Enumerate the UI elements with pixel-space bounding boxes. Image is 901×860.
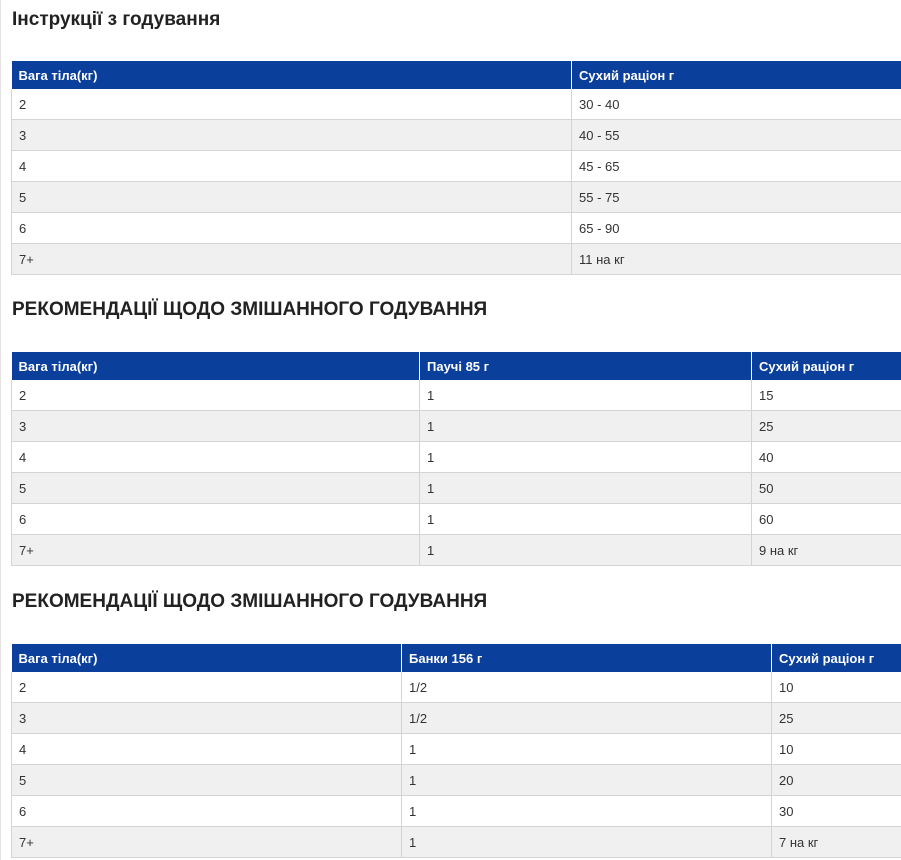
cell-can: 1/2	[401, 672, 772, 703]
cell-dry: 55 - 75	[571, 181, 901, 213]
cell-dry: 40 - 55	[571, 119, 901, 151]
section-title-feeding-instructions: Інструкції з годування	[12, 9, 221, 30]
cell-dry: 45 - 65	[571, 150, 901, 182]
cell-weight: 2	[11, 672, 402, 703]
cell-weight: 2	[11, 380, 420, 411]
cell-weight: 3	[11, 702, 402, 734]
cell-pouch: 1	[419, 380, 752, 411]
table-row: 6 1 30	[11, 795, 901, 827]
cell-pouch: 1	[419, 472, 752, 504]
cell-dry: 20	[771, 764, 901, 796]
cell-dry: 50	[751, 472, 901, 504]
header-dry-food: Сухий раціон г	[751, 352, 901, 380]
table-row: 7+ 1 7 на кг	[11, 826, 901, 858]
table-row: 4 1 40	[11, 441, 901, 473]
table-row: 3 1/2 25	[11, 702, 901, 734]
cell-dry: 25	[751, 410, 901, 442]
cell-can: 1	[401, 826, 772, 858]
feeding-table-can: Вага тіла(кг) Банки 156 г Сухий раціон г…	[11, 644, 901, 858]
cell-weight: 7+	[11, 826, 402, 858]
cell-dry: 30 - 40	[571, 89, 901, 120]
table-row: 4 45 - 65	[11, 150, 901, 182]
table-header-row: Вага тіла(кг) Паучі 85 г Сухий раціон г	[11, 352, 901, 380]
table-row: 2 30 - 40	[11, 89, 901, 120]
table-row: 5 55 - 75	[11, 181, 901, 213]
table-row: 3 40 - 55	[11, 119, 901, 151]
table-row: 3 1 25	[11, 410, 901, 442]
cell-dry: 65 - 90	[571, 212, 901, 244]
cell-dry: 60	[751, 503, 901, 535]
header-can: Банки 156 г	[401, 644, 772, 672]
cell-pouch: 1	[419, 534, 752, 566]
table-row: 6 65 - 90	[11, 212, 901, 244]
cell-weight: 4	[11, 733, 402, 765]
table-row: 7+ 11 на кг	[11, 243, 901, 275]
cell-dry: 10	[771, 672, 901, 703]
feeding-table-pouch: Вага тіла(кг) Паучі 85 г Сухий раціон г …	[11, 352, 901, 566]
cell-pouch: 1	[419, 441, 752, 473]
header-body-weight: Вага тіла(кг)	[11, 352, 420, 380]
table-row: 6 1 60	[11, 503, 901, 535]
cell-can: 1	[401, 764, 772, 796]
cell-can: 1/2	[401, 702, 772, 734]
cell-dry: 7 на кг	[771, 826, 901, 858]
table-row: 2 1 15	[11, 380, 901, 411]
section-title-mixed-feeding-can: РЕКОМЕНДАЦІЇ ЩОДО ЗМІШАННОГО ГОДУВАННЯ	[12, 591, 488, 612]
feeding-table-dry: Вага тіла(кг) Сухий раціон г 2 30 - 40 34…	[11, 61, 901, 275]
cell-weight: 5	[11, 181, 572, 213]
cell-weight: 6	[11, 212, 572, 244]
cell-weight: 4	[11, 441, 420, 473]
table-row: 2 1/2 10	[11, 672, 901, 703]
section-title-mixed-feeding-pouch: РЕКОМЕНДАЦІЇ ЩОДО ЗМІШАННОГО ГОДУВАННЯ	[12, 299, 488, 320]
cell-weight: 5	[11, 764, 402, 796]
cell-weight: 2	[11, 89, 572, 120]
cell-weight: 6	[11, 503, 420, 535]
cell-dry: 25	[771, 702, 901, 734]
cell-weight: 5	[11, 472, 420, 504]
cell-can: 1	[401, 795, 772, 827]
header-dry-food: Сухий раціон г	[571, 61, 901, 89]
cell-weight: 4	[11, 150, 572, 182]
cell-can: 1	[401, 733, 772, 765]
header-dry-food: Сухий раціон г	[771, 644, 901, 672]
cell-dry: 11 на кг	[571, 243, 901, 275]
cell-dry: 10	[771, 733, 901, 765]
table-row: 7+ 1 9 на кг	[11, 534, 901, 566]
cell-dry: 40	[751, 441, 901, 473]
header-pouch: Паучі 85 г	[419, 352, 752, 380]
table-row: 5 1 20	[11, 764, 901, 796]
header-body-weight: Вага тіла(кг)	[11, 61, 572, 89]
cell-pouch: 1	[419, 503, 752, 535]
cell-weight: 6	[11, 795, 402, 827]
table-row: 5 1 50	[11, 472, 901, 504]
table-header-row: Вага тіла(кг) Сухий раціон г	[11, 61, 901, 89]
cell-weight: 3	[11, 410, 420, 442]
page-left-border	[0, 0, 1, 860]
table-header-row: Вага тіла(кг) Банки 156 г Сухий раціон г	[11, 644, 901, 672]
cell-weight: 7+	[11, 534, 420, 566]
cell-dry: 9 на кг	[751, 534, 901, 566]
cell-dry: 15	[751, 380, 901, 411]
cell-weight: 3	[11, 119, 572, 151]
cell-pouch: 1	[419, 410, 752, 442]
table-row: 4 1 10	[11, 733, 901, 765]
header-body-weight: Вага тіла(кг)	[11, 644, 402, 672]
cell-weight: 7+	[11, 243, 572, 275]
cell-dry: 30	[771, 795, 901, 827]
